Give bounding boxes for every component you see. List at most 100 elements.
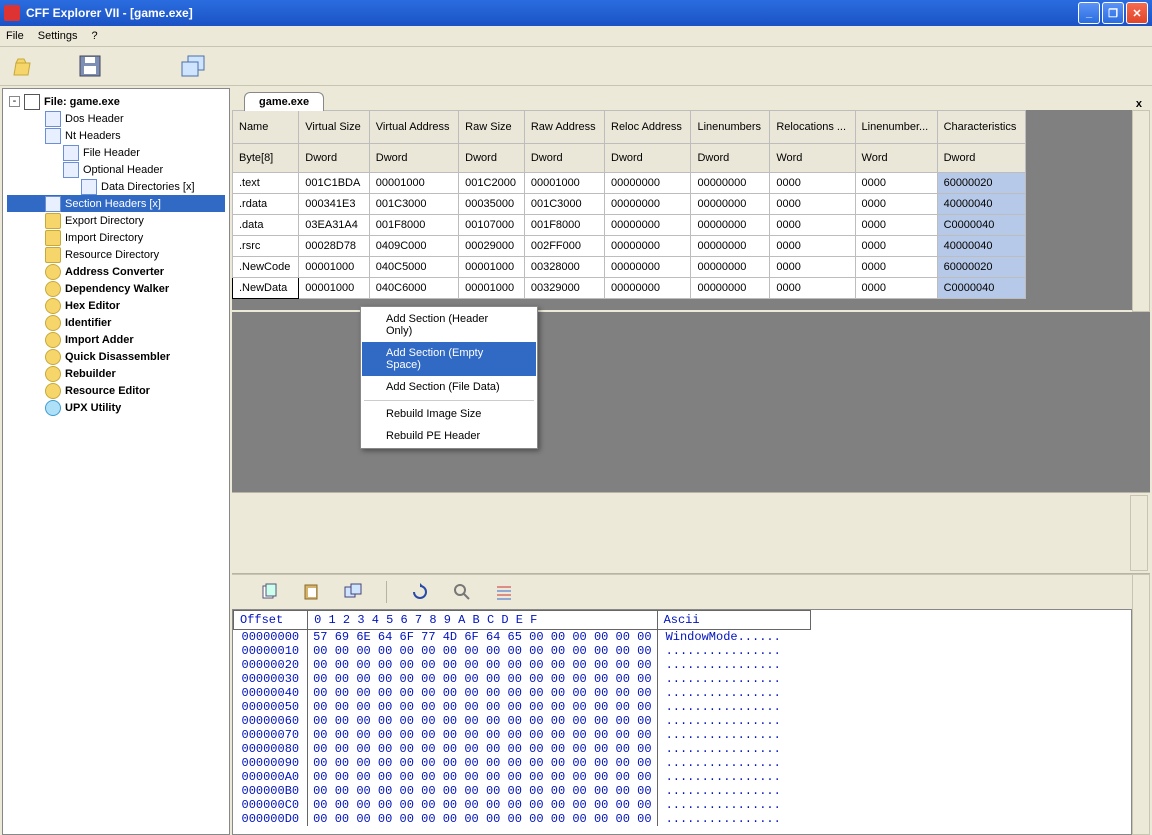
table-cell[interactable]: 00107000: [459, 215, 525, 236]
context-menu-item[interactable]: Rebuild PE Header: [362, 425, 536, 447]
table-cell[interactable]: 0000: [770, 194, 855, 215]
tree-item[interactable]: Dos Header: [7, 110, 225, 127]
tab-game-exe[interactable]: game.exe: [244, 92, 324, 111]
table-cell[interactable]: 001F8000: [524, 215, 604, 236]
column-header[interactable]: Name: [233, 111, 299, 144]
table-cell[interactable]: 00001000: [299, 278, 369, 299]
context-menu[interactable]: Add Section (Header Only)Add Section (Em…: [360, 306, 538, 449]
table-cell[interactable]: 03EA31A4: [299, 215, 369, 236]
tree-item[interactable]: UPX Utility: [7, 399, 225, 416]
table-cell[interactable]: 0000: [855, 236, 937, 257]
table-cell[interactable]: 00001000: [369, 173, 458, 194]
hex-row[interactable]: 000000A000 00 00 00 00 00 00 00 00 00 00…: [234, 770, 811, 784]
table-cell[interactable]: 0000: [855, 278, 937, 299]
hex-ascii[interactable]: ................: [657, 686, 810, 700]
table-cell[interactable]: 001C1BDA: [299, 173, 369, 194]
table-row[interactable]: .NewData00001000040C60000000100000329000…: [233, 278, 1026, 299]
hex-row[interactable]: 0000007000 00 00 00 00 00 00 00 00 00 00…: [234, 728, 811, 742]
tree-pane[interactable]: - File: game.exe Dos HeaderNt HeadersFil…: [2, 88, 230, 835]
table-cell[interactable]: 00001000: [299, 257, 369, 278]
table-cell[interactable]: 00001000: [459, 278, 525, 299]
hex-row[interactable]: 0000002000 00 00 00 00 00 00 00 00 00 00…: [234, 658, 811, 672]
table-cell[interactable]: .text: [233, 173, 299, 194]
hex-ascii[interactable]: ................: [657, 756, 810, 770]
hex-row[interactable]: 000000D000 00 00 00 00 00 00 00 00 00 00…: [234, 812, 811, 826]
table-cell[interactable]: 0000: [770, 257, 855, 278]
tree-item[interactable]: Resource Directory: [7, 246, 225, 263]
hex-bytes[interactable]: 00 00 00 00 00 00 00 00 00 00 00 00 00 0…: [308, 742, 657, 756]
table-cell[interactable]: 00329000: [524, 278, 604, 299]
column-header[interactable]: Reloc Address: [605, 111, 691, 144]
table-cell[interactable]: 00000000: [605, 236, 691, 257]
hex-ascii[interactable]: ................: [657, 784, 810, 798]
hex-ascii[interactable]: ................: [657, 742, 810, 756]
hex-ascii[interactable]: ................: [657, 798, 810, 812]
hex-row[interactable]: 0000005000 00 00 00 00 00 00 00 00 00 00…: [234, 700, 811, 714]
table-cell[interactable]: 00000000: [691, 194, 770, 215]
table-cell[interactable]: 002FF000: [524, 236, 604, 257]
tree-item[interactable]: Resource Editor: [7, 382, 225, 399]
search-icon[interactable]: [453, 583, 471, 601]
tree-item[interactable]: Optional Header: [7, 161, 225, 178]
hex-ascii[interactable]: ................: [657, 812, 810, 826]
hex-bytes[interactable]: 00 00 00 00 00 00 00 00 00 00 00 00 00 0…: [308, 770, 657, 784]
table-cell[interactable]: 00000000: [691, 278, 770, 299]
table-cell[interactable]: 000341E3: [299, 194, 369, 215]
hex-row[interactable]: 0000006000 00 00 00 00 00 00 00 00 00 00…: [234, 714, 811, 728]
tree-item[interactable]: Hex Editor: [7, 297, 225, 314]
table-cell[interactable]: 40000040: [937, 236, 1025, 257]
hex-bytes[interactable]: 00 00 00 00 00 00 00 00 00 00 00 00 00 0…: [308, 714, 657, 728]
table-cell[interactable]: 0000: [855, 173, 937, 194]
table-cell[interactable]: 001C3000: [524, 194, 604, 215]
hex-row[interactable]: 000000C000 00 00 00 00 00 00 00 00 00 00…: [234, 798, 811, 812]
list-icon[interactable]: [495, 583, 513, 601]
table-cell[interactable]: 0000: [855, 215, 937, 236]
table-cell[interactable]: 00000000: [605, 194, 691, 215]
hex-row[interactable]: 000000B000 00 00 00 00 00 00 00 00 00 00…: [234, 784, 811, 798]
save-icon[interactable]: [76, 52, 104, 80]
table-cell[interactable]: .NewCode: [233, 257, 299, 278]
tab-close-icon[interactable]: x: [1136, 98, 1142, 110]
table-cell[interactable]: 00000000: [605, 278, 691, 299]
table-row[interactable]: .data03EA31A4001F800000107000001F8000000…: [233, 215, 1026, 236]
table-cell[interactable]: 001C3000: [369, 194, 458, 215]
section-headers-table[interactable]: NameVirtual SizeVirtual AddressRaw SizeR…: [232, 110, 1026, 299]
tree-item[interactable]: Identifier: [7, 314, 225, 331]
close-button[interactable]: ✕: [1126, 2, 1148, 24]
hex-bytes[interactable]: 00 00 00 00 00 00 00 00 00 00 00 00 00 0…: [308, 644, 657, 658]
tree-item[interactable]: Dependency Walker: [7, 280, 225, 297]
table-cell[interactable]: 00000000: [605, 173, 691, 194]
hex-row[interactable]: 0000008000 00 00 00 00 00 00 00 00 00 00…: [234, 742, 811, 756]
tree-item[interactable]: Nt Headers: [7, 127, 225, 144]
tree-item[interactable]: Data Directories [x]: [7, 178, 225, 195]
hex-ascii[interactable]: ................: [657, 672, 810, 686]
tree-item[interactable]: File Header: [7, 144, 225, 161]
tree-item[interactable]: Rebuilder: [7, 365, 225, 382]
hex-bytes[interactable]: 00 00 00 00 00 00 00 00 00 00 00 00 00 0…: [308, 686, 657, 700]
menu-help[interactable]: ?: [91, 30, 97, 42]
column-header[interactable]: Linenumber...: [855, 111, 937, 144]
open-icon[interactable]: [12, 52, 40, 80]
hex-bytes[interactable]: 00 00 00 00 00 00 00 00 00 00 00 00 00 0…: [308, 784, 657, 798]
copy-view-icon[interactable]: [344, 583, 362, 601]
hex-row[interactable]: 0000000057 69 6E 64 6F 77 4D 6F 64 65 00…: [234, 630, 811, 645]
table-cell[interactable]: 00001000: [524, 173, 604, 194]
table-cell[interactable]: 00000000: [691, 173, 770, 194]
hex-bytes[interactable]: 00 00 00 00 00 00 00 00 00 00 00 00 00 0…: [308, 700, 657, 714]
tree-item[interactable]: Quick Disassembler: [7, 348, 225, 365]
table-cell[interactable]: 0409C000: [369, 236, 458, 257]
column-header[interactable]: Raw Size: [459, 111, 525, 144]
table-cell[interactable]: 00035000: [459, 194, 525, 215]
table-cell[interactable]: .NewData: [233, 278, 299, 299]
table-cell[interactable]: 00000000: [605, 215, 691, 236]
minimize-button[interactable]: _: [1078, 2, 1100, 24]
table-cell[interactable]: 040C5000: [369, 257, 458, 278]
table-cell[interactable]: 40000040: [937, 194, 1025, 215]
hex-row[interactable]: 0000004000 00 00 00 00 00 00 00 00 00 00…: [234, 686, 811, 700]
table-cell[interactable]: 0000: [855, 257, 937, 278]
column-header[interactable]: Virtual Address: [369, 111, 458, 144]
hex-bytes[interactable]: 00 00 00 00 00 00 00 00 00 00 00 00 00 0…: [308, 756, 657, 770]
table-cell[interactable]: 040C6000: [369, 278, 458, 299]
hex-bytes[interactable]: 00 00 00 00 00 00 00 00 00 00 00 00 00 0…: [308, 728, 657, 742]
hex-bytes[interactable]: 00 00 00 00 00 00 00 00 00 00 00 00 00 0…: [308, 812, 657, 826]
